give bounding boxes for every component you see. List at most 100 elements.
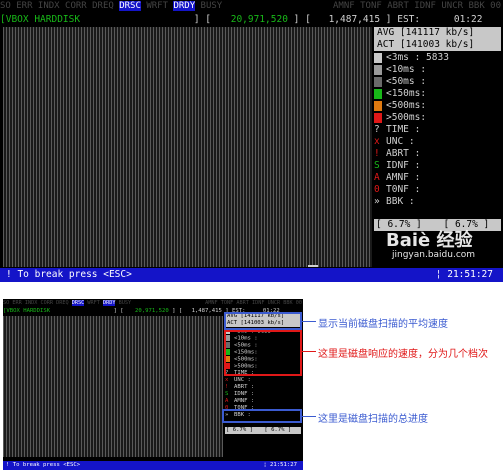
est-label: ] EST: bbox=[385, 14, 421, 25]
error-row: S IDNF : bbox=[225, 391, 254, 398]
error-label: T0NF : bbox=[386, 184, 421, 195]
flag-drsc: DRSC bbox=[71, 300, 85, 306]
clock: ¦ 21:51:27 bbox=[263, 462, 297, 468]
flags-left: SO ERR INDX CORR DREQ bbox=[3, 300, 72, 306]
bottom-status-bar: ! To break press <ESC> ¦ 21:51:27 bbox=[0, 268, 503, 282]
error-row: A AMNF : bbox=[374, 172, 420, 184]
est-value: 01:22 bbox=[453, 14, 483, 25]
error-label: IDNF : bbox=[386, 160, 421, 171]
sector-scan-grid bbox=[3, 27, 372, 267]
latency-row: <10ms : bbox=[374, 64, 426, 76]
latency-row: <3ms : 5833 bbox=[374, 52, 449, 64]
break-hint: ! To break press <ESC> bbox=[6, 462, 81, 468]
act-speed: ACT [141003 kb/s] bbox=[374, 39, 501, 51]
error-label: ABRT : bbox=[234, 384, 255, 390]
flags-right: AMNF TONF ABRT IDNF UNCR BBK 00 bbox=[333, 1, 501, 11]
error-row: ! ABRT : bbox=[374, 148, 420, 160]
speed-connector bbox=[302, 321, 316, 322]
flag-busy: BUSY bbox=[200, 1, 223, 11]
error-symbol-icon: 0 bbox=[374, 184, 380, 195]
progress-connector bbox=[302, 416, 316, 417]
sector-scan-grid-small bbox=[3, 316, 223, 457]
error-symbol-icon: » bbox=[374, 196, 380, 207]
avg-speed: AVG [141117 kb/s] bbox=[374, 27, 501, 39]
baidu-watermark-logo: Baiè 经验 bbox=[386, 230, 473, 251]
error-symbol-icon: S bbox=[225, 391, 229, 397]
error-row: ? TIME : bbox=[374, 124, 420, 136]
error-row: A AMNF : bbox=[225, 398, 254, 405]
error-symbol-icon: ? bbox=[374, 124, 380, 135]
error-label: TIME : bbox=[386, 124, 421, 135]
clock: ¦ 21:51:27 bbox=[435, 269, 493, 280]
error-label: AMNF : bbox=[386, 172, 421, 183]
flags-left: SO ERR INDX CORR DREQ bbox=[0, 1, 120, 11]
latency-color-swatch bbox=[374, 76, 382, 87]
hdd-scan-screen-large: SO ERR INDX CORR DREQ DRSC WRFT DRDY BUS… bbox=[0, 0, 503, 282]
latency-label: <500ms: bbox=[386, 100, 427, 111]
flag-wrft: WRFT bbox=[87, 300, 100, 306]
progress-annotation: 这里是磁盘扫描的总进度 bbox=[318, 414, 428, 425]
error-row: x UNC : bbox=[225, 377, 251, 384]
error-label: UNC : bbox=[386, 136, 415, 147]
flag-drsc: DRSC bbox=[119, 1, 141, 11]
latency-connector bbox=[302, 351, 316, 352]
break-hint: ! To break press <ESC> bbox=[6, 269, 132, 280]
error-symbol-icon: x bbox=[374, 136, 380, 147]
scan-position: 1,487,415 bbox=[328, 14, 381, 25]
error-label: IDNF : bbox=[234, 391, 255, 397]
disk-name: [VBOX HARDDISK bbox=[3, 308, 51, 314]
latency-label: <10ms : bbox=[386, 64, 427, 75]
error-row: x UNC : bbox=[374, 136, 415, 148]
error-row: 0 T0NF : bbox=[374, 184, 420, 196]
flag-drdy: DRDY bbox=[102, 300, 116, 306]
flag-wrft: WRFT bbox=[146, 1, 169, 11]
latency-label: <3ms : 5833 bbox=[386, 52, 449, 63]
scan-position: 1,487,415 bbox=[191, 308, 222, 314]
status-flags-bar: SO ERR INDX CORR DREQ DRSC WRFT DRDY BUS… bbox=[0, 0, 503, 12]
error-row: ! ABRT : bbox=[225, 384, 254, 391]
progress-right: [ 6.7% ] bbox=[264, 427, 292, 433]
latency-label: >500ms: bbox=[386, 112, 427, 123]
latency-row: <500ms: bbox=[374, 100, 426, 112]
error-symbol-icon: ! bbox=[374, 148, 380, 159]
latency-row: <150ms: bbox=[374, 88, 426, 100]
disk-name: [VBOX HARDDISK bbox=[0, 14, 81, 25]
flag-busy: BUSY bbox=[118, 300, 132, 306]
latency-label: <50ms : bbox=[386, 76, 427, 87]
progress-highlight-box bbox=[222, 409, 302, 423]
latency-color-swatch bbox=[374, 112, 382, 123]
latency-color-swatch bbox=[374, 64, 382, 75]
capacity-bracket: ] [ bbox=[113, 308, 124, 314]
disk-capacity: 20,971,520 bbox=[135, 308, 169, 314]
position-bracket: ] [ bbox=[172, 308, 183, 314]
latency-row: >500ms: bbox=[374, 112, 426, 124]
error-symbol-icon: A bbox=[225, 398, 229, 404]
latency-annotation: 这里是磁盘响应的速度，分为几个档次 bbox=[318, 349, 488, 360]
error-label: UNC : bbox=[234, 377, 251, 383]
error-symbol-icon: S bbox=[374, 160, 380, 171]
scan-cursor bbox=[308, 265, 318, 267]
latency-highlight-box bbox=[224, 330, 302, 376]
disk-info-bar: [VBOX HARDDISK ] [ 20,971,520 ] [ 1,487,… bbox=[0, 14, 503, 26]
error-symbol-icon: A bbox=[374, 172, 380, 183]
flag-drdy: DRDY bbox=[173, 1, 196, 11]
error-row: S IDNF : bbox=[374, 160, 420, 172]
latency-color-swatch bbox=[374, 52, 382, 63]
error-label: ABRT : bbox=[386, 148, 421, 159]
progress-left: [ 6.7% ] bbox=[226, 427, 253, 433]
error-symbol-icon: x bbox=[225, 377, 229, 383]
progress-bar-small: [ 6.7% ] [ 6.7% ] bbox=[225, 427, 301, 434]
latency-label: <150ms: bbox=[386, 88, 427, 99]
latency-color-swatch bbox=[374, 88, 382, 99]
disk-capacity: 20,971,520 bbox=[230, 14, 288, 25]
baidu-watermark-url: jingyan.baidu.com bbox=[392, 250, 476, 260]
error-label: AMNF : bbox=[234, 398, 255, 404]
position-bracket: ] [ bbox=[293, 14, 311, 25]
error-row: » BBK : bbox=[374, 196, 415, 208]
bottom-status-bar-small: ! To break press <ESC> ¦ 21:51:27 bbox=[3, 461, 303, 470]
latency-color-swatch bbox=[374, 100, 382, 111]
status-flags-bar-small: SO ERR INDX CORR DREQ DRSC WRFT DRDY BUS… bbox=[3, 299, 303, 307]
capacity-bracket: ] [ bbox=[193, 14, 211, 25]
speed-annotation: 显示当前磁盘扫描的平均速度 bbox=[318, 319, 448, 330]
speed-highlight-box bbox=[224, 312, 302, 330]
